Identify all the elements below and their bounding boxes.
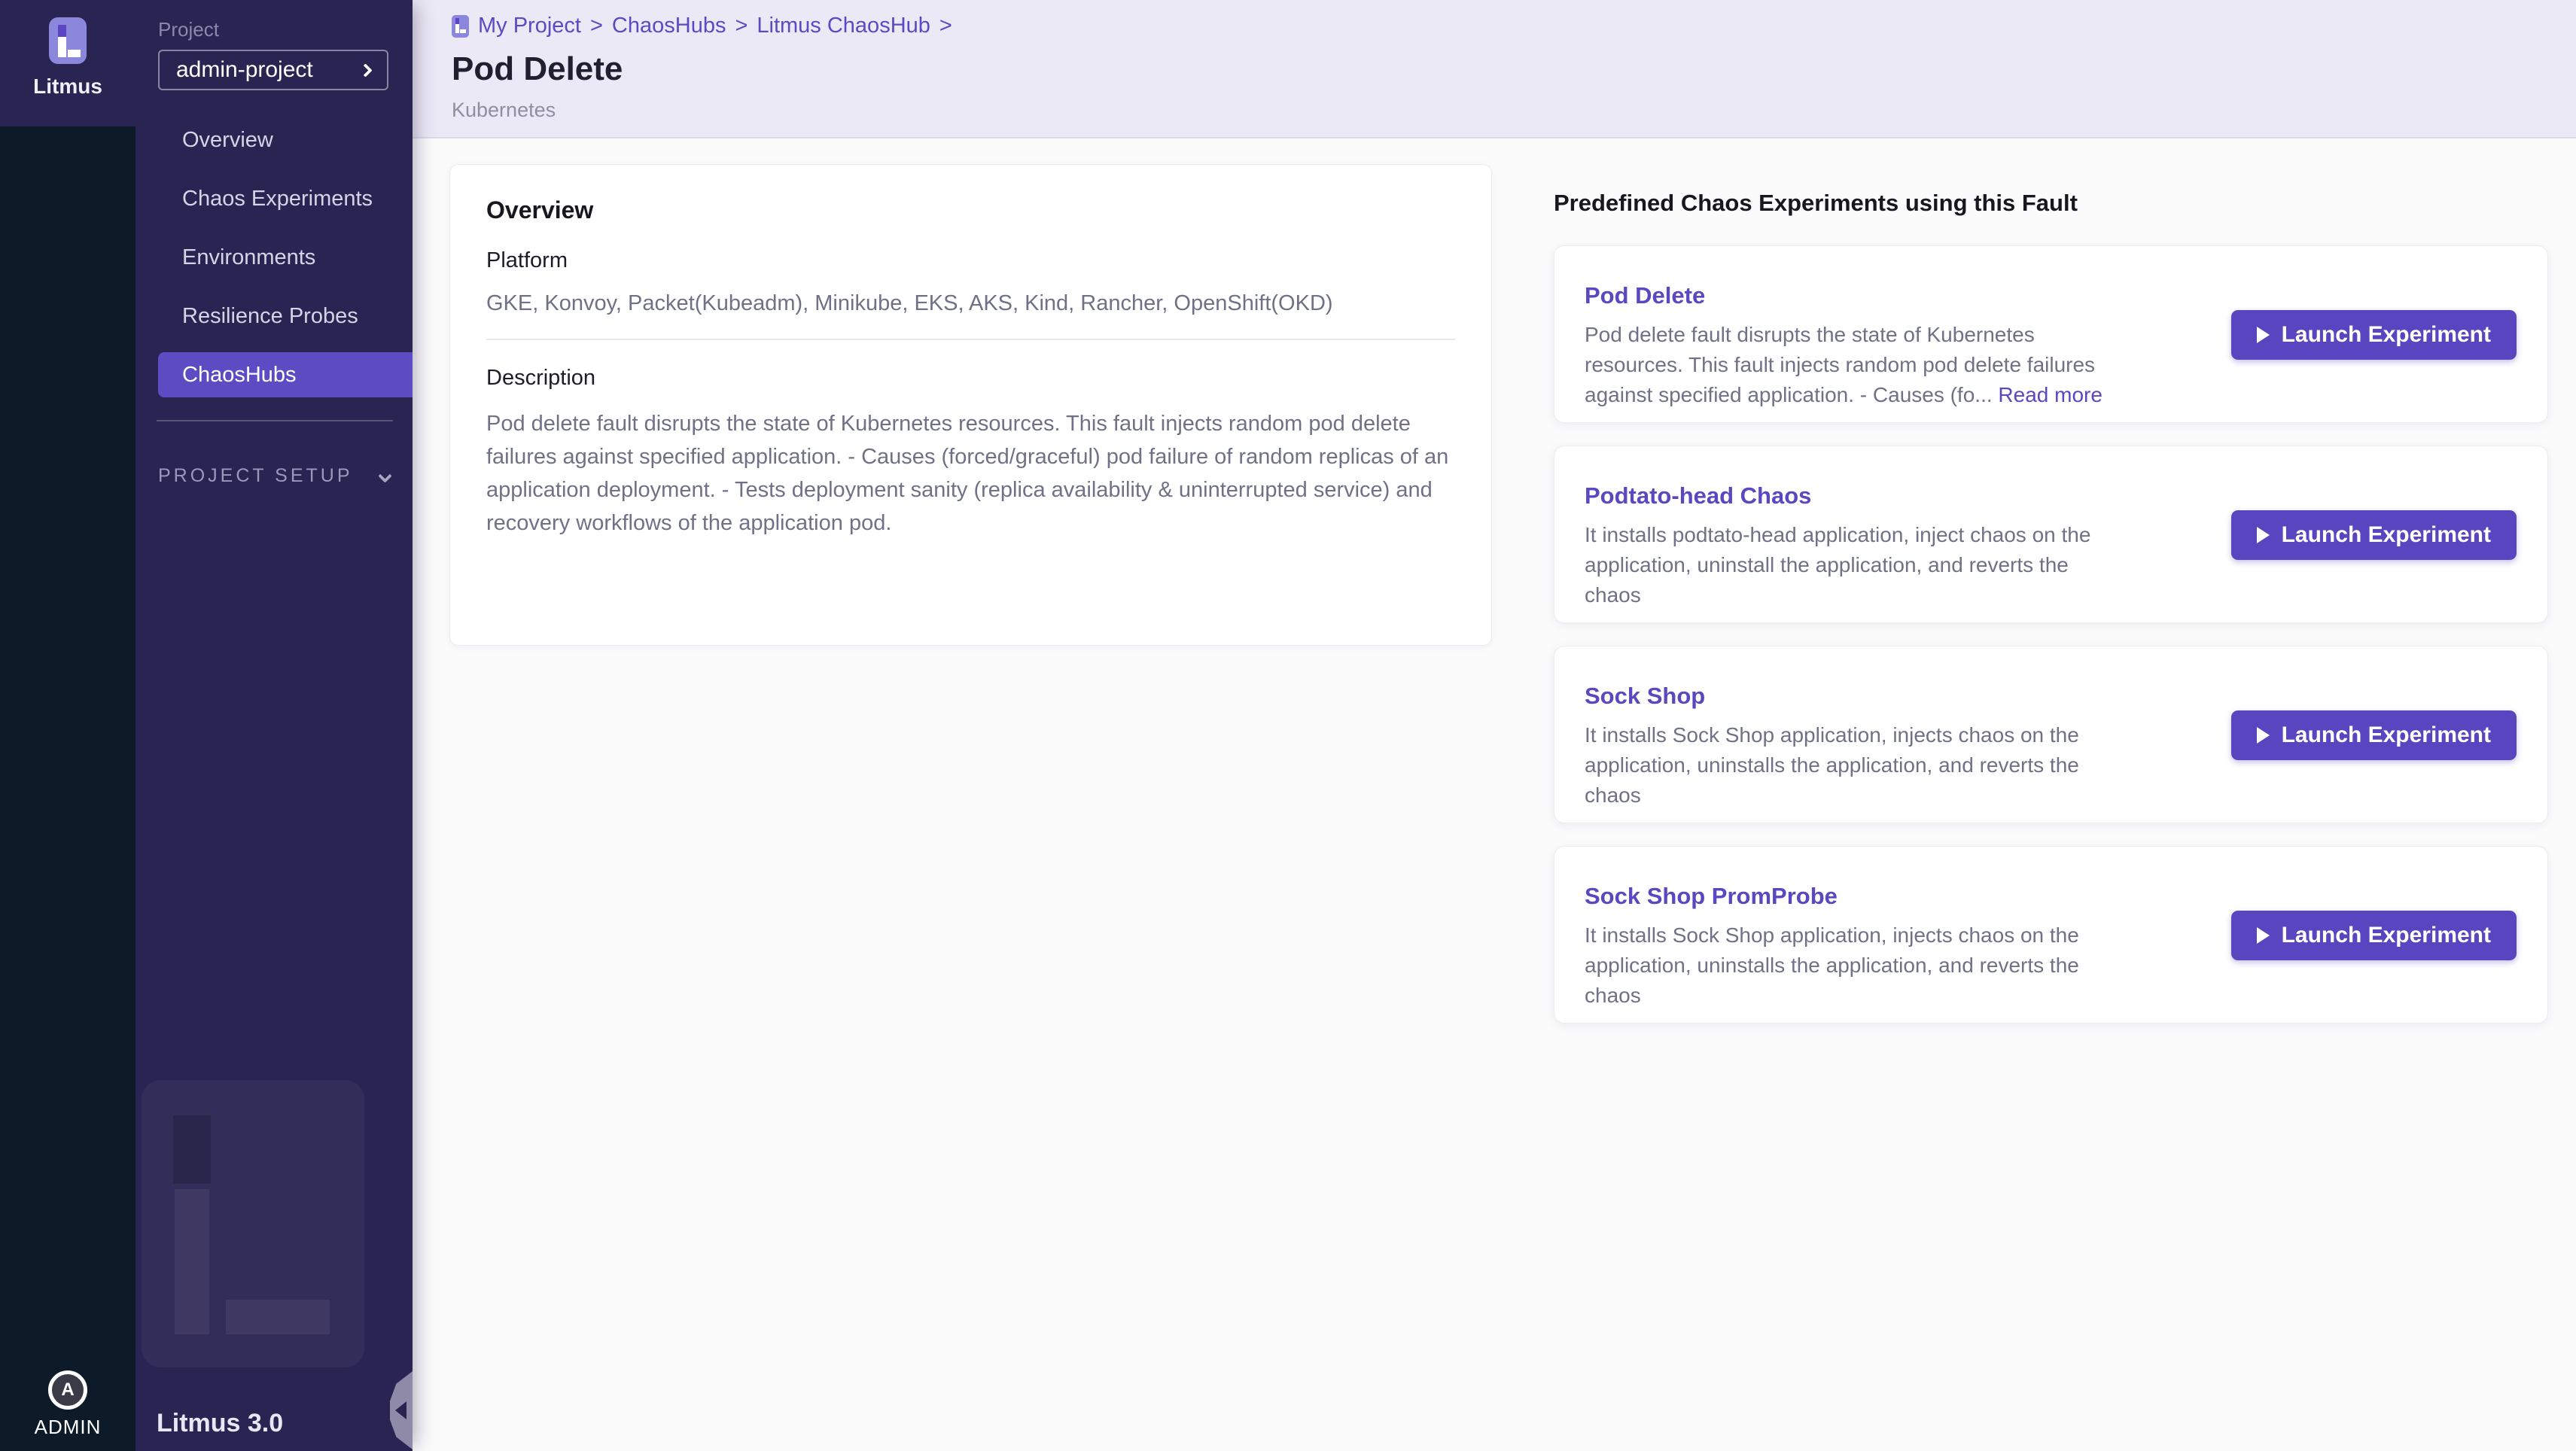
icon-rail: Litmus A ADMIN bbox=[0, 0, 135, 1451]
litmus-watermark-logo bbox=[142, 1080, 364, 1367]
page-header: My Project > ChaosHubs > Litmus ChaosHub… bbox=[413, 0, 2576, 138]
litmus-logo-icon[interactable] bbox=[49, 17, 87, 64]
page-title: Pod Delete bbox=[452, 50, 2576, 88]
version-label: Litmus 3.0 bbox=[157, 1409, 283, 1438]
sidebar-item-overview[interactable]: Overview bbox=[158, 117, 413, 163]
breadcrumb: My Project > ChaosHubs > Litmus ChaosHub… bbox=[452, 14, 2576, 38]
project-select[interactable]: admin-project bbox=[158, 50, 388, 90]
sidebar-nav: Overview Chaos Experiments Environments … bbox=[135, 117, 413, 411]
experiment-title[interactable]: Sock Shop PromProbe bbox=[1585, 883, 1838, 910]
sidebar-item-resilience-probes[interactable]: Resilience Probes bbox=[158, 294, 413, 339]
overview-card: Overview Platform GKE, Konvoy, Packet(Ku… bbox=[449, 164, 1492, 646]
breadcrumb-my-project[interactable]: My Project bbox=[478, 14, 581, 38]
play-icon bbox=[2257, 727, 2270, 744]
experiment-card-sock-shop-promprobe: Sock Shop PromProbe It installs Sock Sho… bbox=[1554, 846, 2548, 1024]
breadcrumb-separator: > bbox=[590, 14, 603, 38]
play-icon bbox=[2257, 927, 2270, 944]
main-area: My Project > ChaosHubs > Litmus ChaosHub… bbox=[413, 0, 2576, 1451]
play-icon bbox=[2257, 527, 2270, 543]
description-label: Description bbox=[486, 366, 1455, 391]
page-subtitle: Kubernetes bbox=[452, 99, 2576, 122]
chevron-right-icon bbox=[358, 63, 372, 77]
breadcrumb-logo-icon bbox=[452, 15, 469, 38]
experiment-card-podtato-head: Podtato-head Chaos It installs podtato-h… bbox=[1554, 446, 2548, 623]
launch-experiment-button[interactable]: Launch Experiment bbox=[2231, 310, 2517, 360]
project-setup-toggle[interactable]: PROJECT SETUP bbox=[158, 465, 390, 487]
launch-experiment-button[interactable]: Launch Experiment bbox=[2231, 710, 2517, 760]
sidebar: Project admin-project Overview Chaos Exp… bbox=[135, 0, 413, 1451]
read-more-link[interactable]: Read more bbox=[1998, 383, 2103, 406]
experiment-title[interactable]: Pod Delete bbox=[1585, 282, 1705, 309]
experiment-title[interactable]: Sock Shop bbox=[1585, 683, 1705, 710]
overview-divider bbox=[486, 339, 1455, 340]
launch-experiment-button[interactable]: Launch Experiment bbox=[2231, 510, 2517, 560]
experiments-list: Pod Delete Pod delete fault disrupts the… bbox=[1554, 245, 2548, 1024]
experiments-heading: Predefined Chaos Experiments using this … bbox=[1554, 190, 2078, 217]
experiment-description: It installs Sock Shop application, injec… bbox=[1585, 920, 2112, 1011]
experiment-title[interactable]: Podtato-head Chaos bbox=[1585, 482, 1811, 510]
experiment-description: It installs Sock Shop application, injec… bbox=[1585, 720, 2112, 811]
breadcrumb-litmus-chaoshub[interactable]: Litmus ChaosHub bbox=[757, 14, 930, 38]
sidebar-collapse-handle[interactable] bbox=[390, 1371, 413, 1449]
experiment-card-pod-delete: Pod Delete Pod delete fault disrupts the… bbox=[1554, 245, 2548, 423]
platform-list: GKE, Konvoy, Packet(Kubeadm), Minikube, … bbox=[486, 291, 1455, 316]
sidebar-divider bbox=[157, 420, 393, 421]
project-select-value: admin-project bbox=[176, 57, 313, 83]
project-label: Project bbox=[158, 18, 219, 41]
sidebar-item-chaoshubs[interactable]: ChaosHubs bbox=[158, 352, 413, 397]
collapse-arrow-icon bbox=[395, 1401, 406, 1419]
launch-experiment-button[interactable]: Launch Experiment bbox=[2231, 911, 2517, 960]
breadcrumb-separator: > bbox=[939, 14, 952, 38]
experiment-card-sock-shop: Sock Shop It installs Sock Shop applicat… bbox=[1554, 646, 2548, 823]
rail-logo-block: Litmus bbox=[0, 0, 135, 126]
sidebar-item-environments[interactable]: Environments bbox=[158, 235, 413, 280]
project-setup-label: PROJECT SETUP bbox=[158, 465, 353, 487]
avatar-label: ADMIN bbox=[0, 1416, 135, 1439]
experiment-description: It installs podtato-head application, in… bbox=[1585, 520, 2112, 610]
user-menu[interactable]: A ADMIN bbox=[0, 1370, 135, 1439]
play-icon bbox=[2257, 327, 2270, 343]
breadcrumb-separator: > bbox=[735, 14, 748, 38]
description-text: Pod delete fault disrupts the state of K… bbox=[486, 407, 1455, 540]
overview-heading: Overview bbox=[486, 196, 1455, 224]
litmus-logo-label: Litmus bbox=[33, 75, 102, 99]
experiment-description: Pod delete fault disrupts the state of K… bbox=[1585, 320, 2112, 410]
chevron-down-icon bbox=[378, 469, 391, 482]
sidebar-item-chaos-experiments[interactable]: Chaos Experiments bbox=[158, 176, 413, 221]
avatar[interactable]: A bbox=[48, 1370, 87, 1410]
platform-label: Platform bbox=[486, 248, 1455, 273]
breadcrumb-chaoshubs[interactable]: ChaosHubs bbox=[612, 14, 726, 38]
